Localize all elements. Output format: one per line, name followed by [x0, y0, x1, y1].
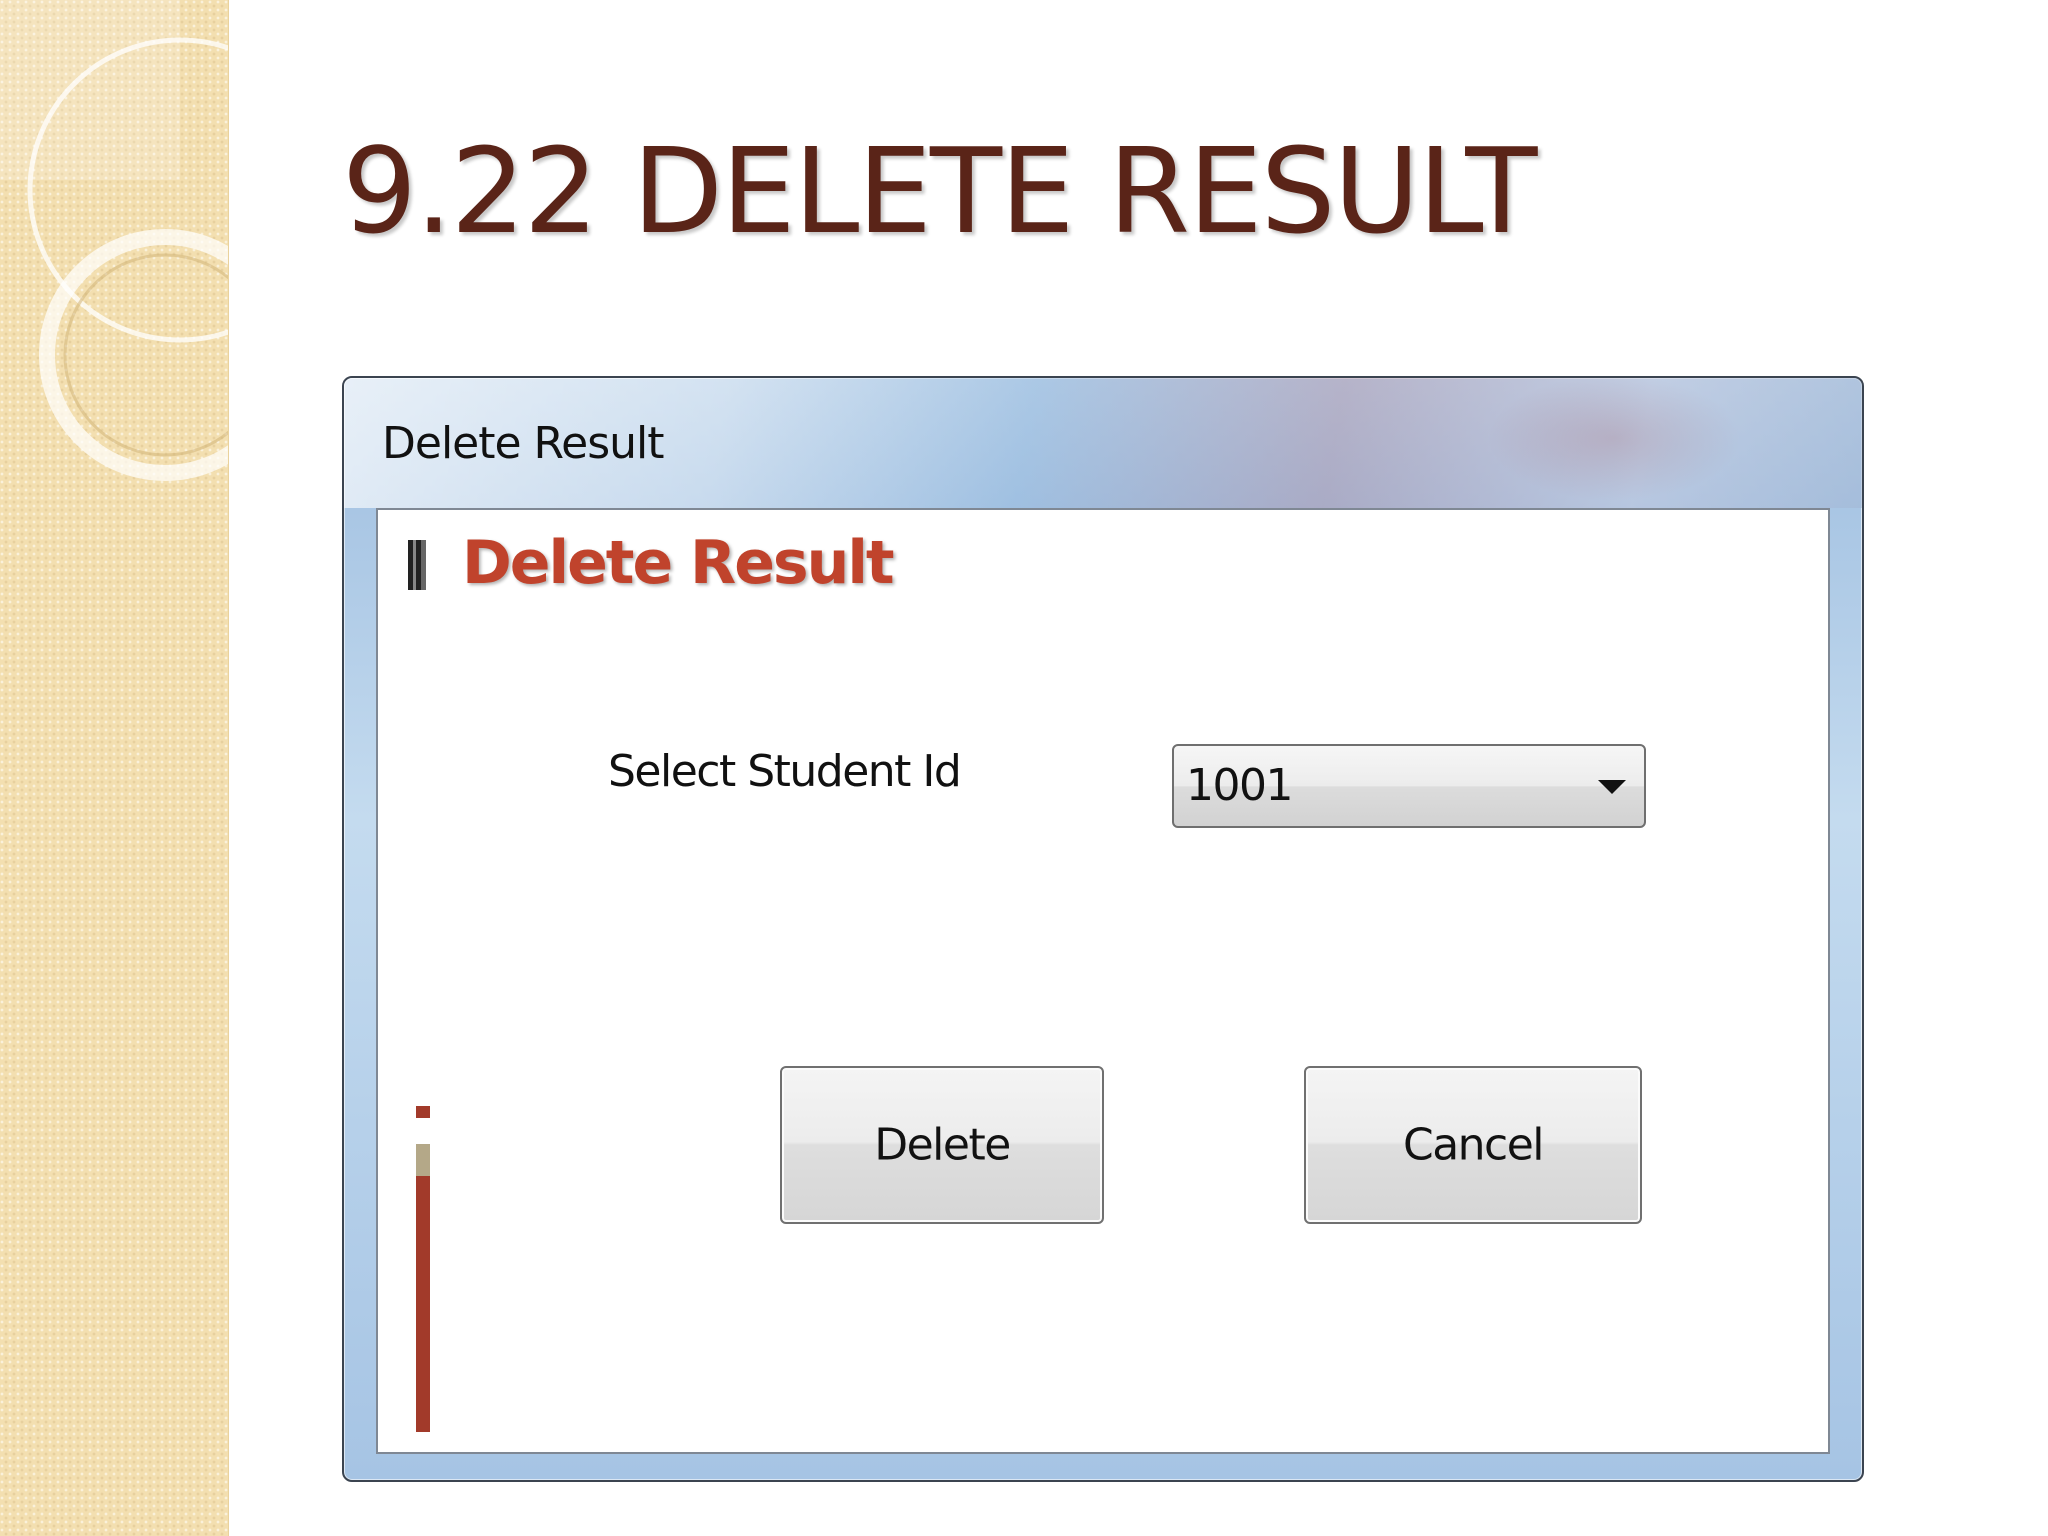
window-title: Delete Result — [382, 418, 665, 469]
accent-bar-segment — [416, 1144, 430, 1176]
cancel-button[interactable]: Cancel — [1304, 1066, 1642, 1224]
student-id-select[interactable]: 1001 — [1172, 744, 1646, 828]
decorative-side-strip — [0, 0, 229, 1536]
delete-button-label: Delete — [874, 1119, 1011, 1171]
delete-button[interactable]: Delete — [780, 1066, 1104, 1224]
decorative-circles — [0, 0, 228, 481]
accent-bar-segment — [416, 1176, 430, 1432]
form-header: Delete Result — [462, 528, 895, 598]
accent-bar-segment — [416, 1106, 430, 1118]
cancel-button-label: Cancel — [1402, 1119, 1545, 1171]
header-marker-icon — [408, 540, 426, 590]
dialog-client-area: Delete Result Select Student Id 1001 Del… — [376, 508, 1830, 1454]
slide: 9.22 DELETE RESULT Delete Result Delete … — [0, 0, 2048, 1536]
decorative-accent-bar — [416, 1106, 430, 1432]
chevron-down-icon[interactable] — [1598, 780, 1626, 794]
student-id-label: Select Student Id — [608, 746, 962, 797]
delete-result-window: Delete Result Delete Result Select Stude… — [342, 376, 1864, 1482]
student-id-selected-value: 1001 — [1186, 760, 1293, 811]
slide-title: 9.22 DELETE RESULT — [342, 122, 1537, 260]
